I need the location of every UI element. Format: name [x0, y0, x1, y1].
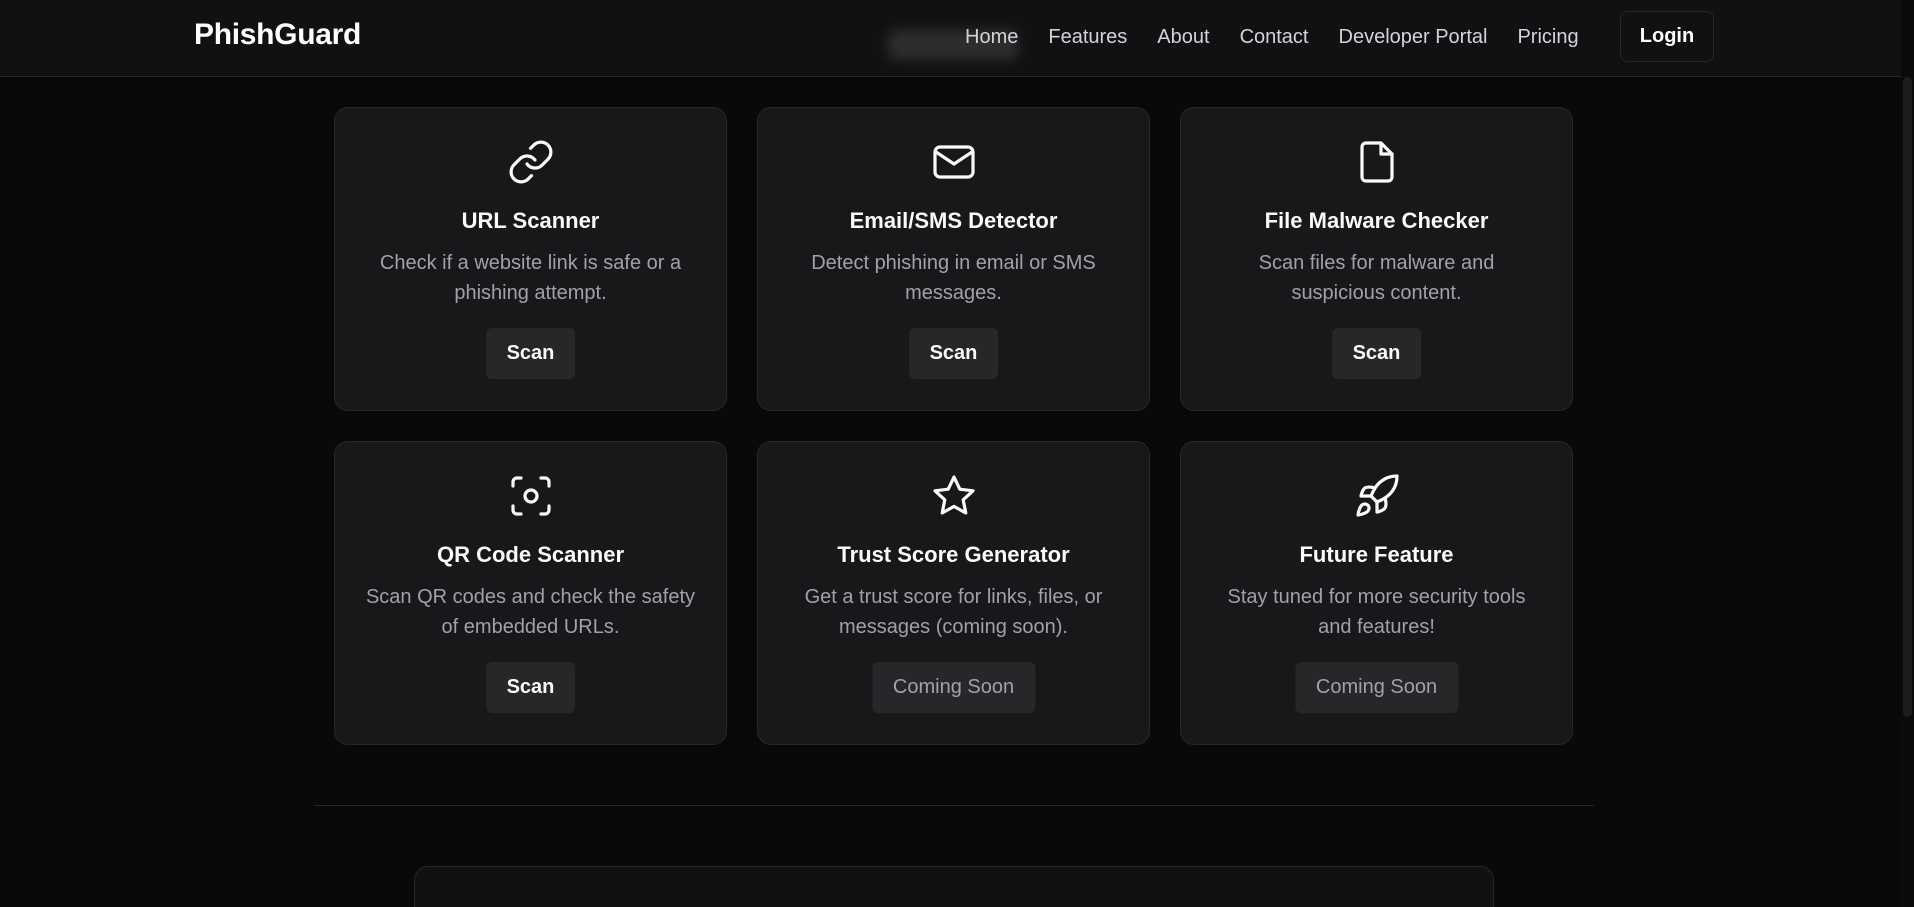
scrollbar-track[interactable] [1901, 0, 1914, 907]
coming-soon-button[interactable]: Coming Soon [1294, 662, 1459, 713]
card-title: File Malware Checker [1264, 208, 1489, 233]
nav-home[interactable]: Home [950, 26, 1033, 49]
card-email-sms-detector: Email/SMS Detector Detect phishing in em… [757, 107, 1150, 411]
card-future-feature: Future Feature Stay tuned for more secur… [1180, 441, 1573, 745]
card-description: Scan QR codes and check the safety of em… [365, 586, 696, 638]
card-description: Check if a website link is safe or a phi… [379, 252, 682, 304]
card-description: Stay tuned for more security tools and f… [1227, 586, 1526, 638]
card-description: Detect phishing in email or SMS messages… [811, 252, 1096, 304]
card-description: Scan files for malware and suspicious co… [1258, 252, 1495, 304]
brand-logo[interactable]: PhishGuard [194, 18, 361, 52]
login-button[interactable]: Login [1620, 11, 1714, 62]
nav-contact[interactable]: Contact [1225, 26, 1324, 49]
card-file-malware-checker: File Malware Checker Scan files for malw… [1180, 107, 1573, 411]
card-description: Get a trust score for links, files, or m… [804, 586, 1103, 638]
nav-developer-portal[interactable]: Developer Portal [1324, 26, 1503, 49]
scan-file-button[interactable]: Scan [1331, 328, 1422, 379]
link-icon [507, 138, 555, 186]
section-divider [314, 805, 1594, 806]
coming-soon-button[interactable]: Coming Soon [871, 662, 1036, 713]
scrollbar-thumb[interactable] [1903, 77, 1912, 717]
card-title: URL Scanner [461, 208, 600, 233]
rocket-icon [1353, 472, 1401, 520]
card-title: Future Feature [1299, 542, 1454, 567]
top-navbar: PhishGuard Home Features About Contact D… [0, 0, 1914, 77]
star-icon [930, 472, 978, 520]
scan-qr-button[interactable]: Scan [485, 662, 576, 713]
card-title: Email/SMS Detector [849, 208, 1058, 233]
card-url-scanner: URL Scanner Check if a website link is s… [334, 107, 727, 411]
main-nav: Home Features About Contact Developer Po… [950, 0, 1594, 74]
qr-scan-icon [507, 472, 555, 520]
card-title: Trust Score Generator [837, 542, 1070, 567]
card-title: QR Code Scanner [436, 542, 625, 567]
card-trust-score-generator: Trust Score Generator Get a trust score … [757, 441, 1150, 745]
feature-grid: URL Scanner Check if a website link is s… [334, 107, 1573, 745]
card-qr-code-scanner: QR Code Scanner Scan QR codes and check … [334, 441, 727, 745]
file-icon [1353, 138, 1401, 186]
scan-url-button[interactable]: Scan [485, 328, 576, 379]
nav-about[interactable]: About [1142, 26, 1224, 49]
page: PhishGuard Home Features About Contact D… [0, 0, 1914, 907]
nav-features[interactable]: Features [1033, 26, 1142, 49]
nav-pricing[interactable]: Pricing [1502, 26, 1593, 49]
mail-icon [930, 138, 978, 186]
scan-email-button[interactable]: Scan [908, 328, 999, 379]
bottom-panel [414, 866, 1494, 907]
